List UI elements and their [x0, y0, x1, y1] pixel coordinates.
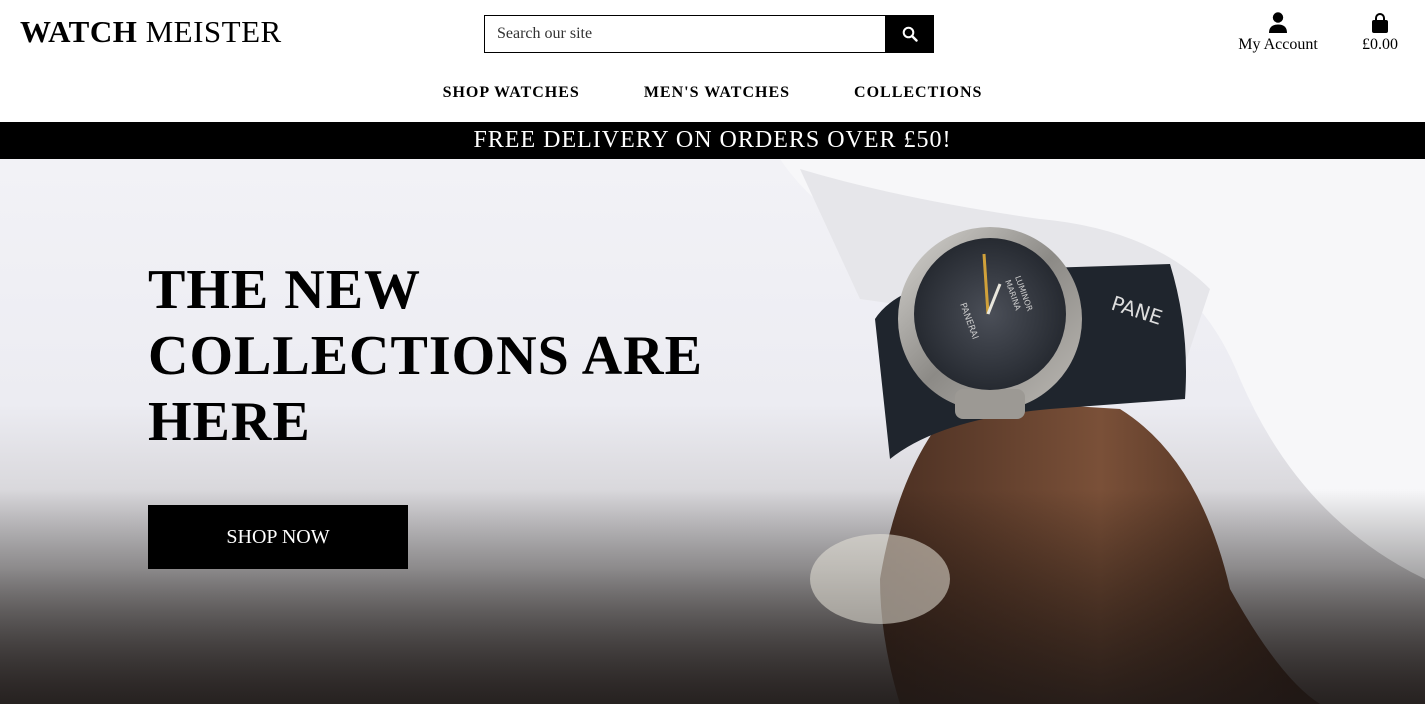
nav-shop-watches[interactable]: SHOP WATCHES: [443, 84, 580, 102]
brand-name-rest: MEISTER: [145, 14, 282, 49]
search-button[interactable]: [885, 15, 934, 53]
shop-now-button[interactable]: SHOP NOW: [148, 505, 408, 569]
hero-title-line-1: THE NEW: [148, 259, 422, 321]
hero-section: PANE PANERAI LUMINOR MARINA THE NEW COLL…: [0, 159, 1425, 704]
bag-total: £0.00: [1362, 36, 1398, 53]
shopping-bag-link[interactable]: £0.00: [1356, 10, 1404, 54]
hero-title-line-3: HERE: [148, 391, 311, 453]
free-delivery-banner: FREE DELIVERY ON ORDERS OVER £50!: [0, 122, 1425, 159]
shopping-bag-icon: [1372, 13, 1388, 33]
search-icon: [902, 26, 918, 42]
my-account-label: My Account: [1238, 36, 1318, 53]
hero-title: THE NEW COLLECTIONS ARE HERE: [148, 257, 748, 455]
brand-name-bold: WATCH: [20, 14, 138, 49]
nav-mens-watches[interactable]: MEN'S WATCHES: [644, 84, 790, 102]
hero-title-line-2: COLLECTIONS ARE: [148, 325, 703, 387]
site-header: WATCH MEISTER My Account £0.00: [0, 0, 1425, 122]
my-account-link[interactable]: My Account: [1236, 10, 1320, 54]
brand-logo[interactable]: WATCH MEISTER: [20, 14, 282, 50]
nav-collections[interactable]: COLLECTIONS: [854, 84, 982, 102]
search-input[interactable]: [484, 15, 885, 53]
banner-text: FREE DELIVERY ON ORDERS OVER £50!: [473, 127, 952, 153]
user-icon: [1269, 12, 1287, 33]
main-nav: SHOP WATCHES MEN'S WATCHES COLLECTIONS: [0, 84, 1425, 102]
search-form: [484, 15, 934, 53]
